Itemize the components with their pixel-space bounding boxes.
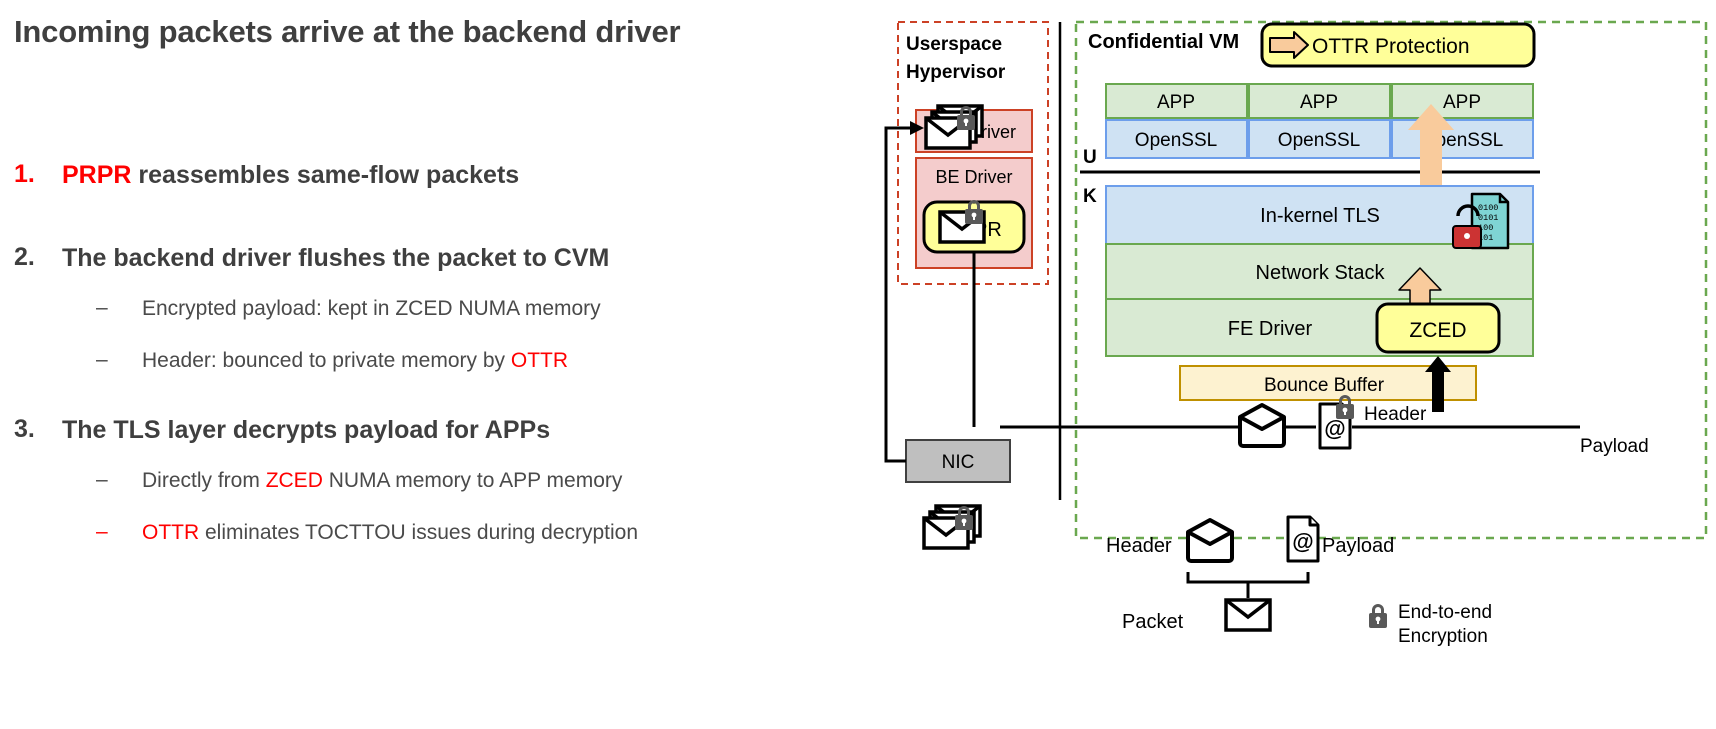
kernel-mode-marker: K [1083, 186, 1097, 207]
app-label-1: APP [1157, 92, 1195, 113]
svg-text:@: @ [1324, 416, 1345, 441]
network-stack-label: Network Stack [1256, 262, 1386, 284]
ottr-protection-label: OTTR Protection [1312, 35, 1470, 58]
sub-item-2-2-pre: Header: bounced to private memory by [142, 349, 511, 372]
sub-item-2-1-pre: Encrypted payload: kept in ZCED NUMA mem… [142, 297, 601, 320]
sub-item-3-2-text: OTTR eliminates TOCTTOU issues during de… [142, 520, 876, 545]
sub-item-2-2-text: Header: bounced to private memory by OTT… [142, 348, 876, 373]
packet-stack-icon-nic [922, 504, 982, 550]
sub-item-2-2-highlight: OTTR [510, 349, 569, 372]
legend-header-envelope-icon [1186, 518, 1234, 563]
sub-item-3-1-pre: Directly from [142, 469, 266, 492]
sub-item-2-1: – Encrypted payload: kept in ZCED NUMA m… [96, 296, 876, 321]
user-mode-marker: U [1083, 147, 1097, 168]
openssl-label-2: OpenSSL [1278, 130, 1360, 151]
page-title: Incoming packets arrive at the backend d… [14, 14, 874, 50]
nic-label: NIC [942, 452, 975, 473]
nic-to-nicdriver-arrow [884, 126, 910, 463]
sub-item-3-1: – Directly from ZCED NUMA memory to APP … [96, 468, 876, 493]
legend-payload-label: Payload [1322, 535, 1394, 557]
sub-item-3-2: – OTTR eliminates TOCTTOU issues during … [96, 520, 876, 545]
sub-item-3-2-post: eliminates TOCTTOU issues during decrypt… [199, 521, 639, 544]
be-driver-label: BE Driver [935, 167, 1012, 187]
fe-driver-label: FE Driver [1228, 318, 1313, 340]
list-item-2: 2. The backend driver flushes the packet… [14, 243, 874, 273]
sub-item-2-2: – Header: bounced to private memory by O… [96, 348, 876, 373]
legend-encryption-label-line2: Encryption [1398, 626, 1488, 647]
zced-label: ZCED [1409, 319, 1466, 342]
list-item-3-text: The TLS layer decrypts payload for APPs [62, 416, 551, 444]
hypervisor-title-line1: Userspace [906, 34, 1002, 55]
bounce-buffer-label: Bounce Buffer [1264, 375, 1385, 396]
list-item-2-number: 2. [14, 243, 35, 271]
sub-item-2-1-dash: – [96, 296, 108, 319]
packet-stack-icon-nicdriver [924, 104, 984, 150]
payload-label-cvm: Payload [1580, 436, 1649, 457]
sub-item-3-1-post: NUMA memory to APP memory [322, 469, 623, 492]
header-label-cvm: Header [1364, 404, 1427, 425]
slide-text-column: Incoming packets arrive at the backend d… [0, 0, 880, 729]
legend-lock-icon [1369, 604, 1387, 628]
sub-item-3-2-dash: – [96, 520, 108, 543]
app-label-2: APP [1300, 92, 1338, 113]
list-item-1: 1. PRPR reassembles same-flow packets [14, 160, 874, 190]
legend-brace [1186, 572, 1310, 584]
list-item-1-highlight: PRPR [62, 161, 132, 189]
list-item-3: 3. The TLS layer decrypts payload for AP… [14, 415, 874, 445]
legend-encryption-label-line1: End-to-end [1398, 602, 1492, 623]
sub-item-3-2-highlight: OTTR [142, 521, 200, 544]
sub-item-2-2-dash: – [96, 348, 108, 371]
list-item-1-text: PRPR reassembles same-flow packets [62, 160, 874, 190]
list-item-3-number: 3. [14, 415, 35, 443]
svg-text:0101: 0101 [1478, 213, 1498, 223]
sub-item-3-1-highlight: ZCED [265, 469, 323, 492]
sub-item-3-1-text: Directly from ZCED NUMA memory to APP me… [142, 468, 876, 493]
app-label-3: APP [1443, 92, 1481, 113]
openssl-label-1: OpenSSL [1135, 130, 1217, 151]
legend-header-label: Header [1106, 535, 1172, 557]
page-title-text: Incoming packets arrive at the backend d… [14, 14, 681, 49]
list-item-1-number: 1. [14, 160, 35, 188]
svg-text:0100: 0100 [1478, 203, 1498, 213]
list-item-2-text: The backend driver flushes the packet to… [62, 244, 610, 272]
architecture-diagram: Userspace Hypervisor NIC Driver BE Drive… [880, 0, 1716, 729]
legend-payload-doc-icon: @ [1286, 515, 1320, 563]
hypervisor-title-line2: Hypervisor [906, 62, 1006, 83]
header-envelope-icon-cvm [1238, 403, 1286, 448]
list-item-1-post: reassembles same-flow packets [131, 161, 520, 189]
sub-item-2-1-text: Encrypted payload: kept in ZCED NUMA mem… [142, 296, 876, 321]
sub-item-3-1-dash: – [96, 468, 108, 491]
legend-packet-label: Packet [1122, 611, 1184, 633]
legend-packet-envelope-icon [1224, 598, 1272, 632]
svg-text:@: @ [1292, 529, 1313, 554]
cvm-title: Confidential VM [1088, 31, 1239, 53]
in-kernel-tls-label: In-kernel TLS [1260, 205, 1380, 227]
